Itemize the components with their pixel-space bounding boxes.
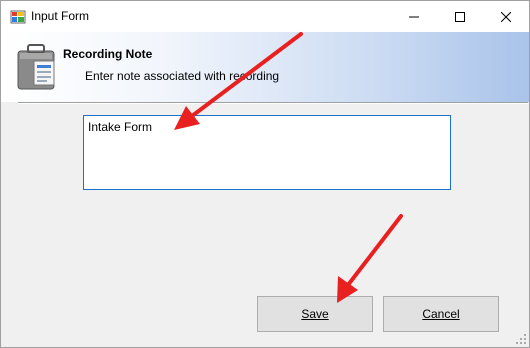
close-icon xyxy=(501,11,511,22)
window-title: Input Form xyxy=(31,9,90,23)
form-app-icon xyxy=(10,10,26,24)
title-bar: Input Form xyxy=(1,1,529,32)
briefcase-document-icon xyxy=(17,44,55,90)
minimize-icon xyxy=(409,16,419,17)
cancel-button[interactable]: Cancel xyxy=(383,296,499,332)
note-input[interactable]: Intake Form xyxy=(83,115,451,190)
maximize-icon xyxy=(455,11,465,22)
header-separator xyxy=(18,102,528,104)
minimize-button[interactable] xyxy=(391,1,437,32)
save-button[interactable]: Save xyxy=(257,296,373,332)
dialog-header: Recording Note Enter note associated wit… xyxy=(1,32,529,102)
input-form-window: Input Form Recording Note Enter note ass… xyxy=(0,0,530,348)
note-input-value: Intake Form xyxy=(88,120,153,134)
header-subtitle: Enter note associated with recording xyxy=(85,69,280,83)
close-button[interactable] xyxy=(483,1,529,32)
maximize-button[interactable] xyxy=(437,1,483,32)
header-title: Recording Note xyxy=(63,47,153,61)
resize-grip-icon[interactable] xyxy=(515,333,527,345)
